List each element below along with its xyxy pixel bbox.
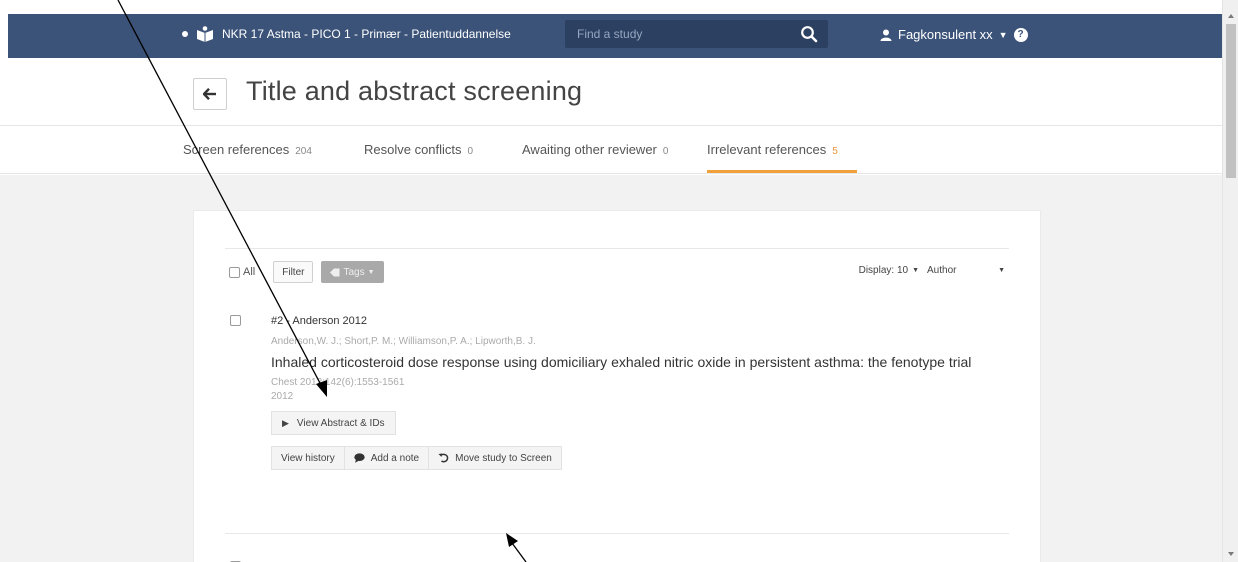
add-note-button[interactable]: Add a note [343,446,430,470]
tab-irrelevant-references[interactable]: Irrelevant references 5 [707,127,857,173]
tab-awaiting-other-reviewer[interactable]: Awaiting other reviewer 0 [522,127,668,173]
caret-down-icon: ▼ [912,267,919,274]
references-card: All Filter Tags ▼ Display: 10 ▼ Author ▼ [193,210,1041,562]
arrow-left-icon [203,88,216,100]
covidence-logo-icon [197,26,213,42]
tab-label: Awaiting other reviewer [522,142,657,157]
divider [225,533,1009,534]
divider [225,248,1009,249]
display-count-label: Display: 10 [858,265,909,276]
caret-down-icon: ▼ [998,29,1008,40]
tag-icon [330,268,340,276]
search-input[interactable] [565,20,795,48]
display-count-select[interactable]: Display: 10 ▼ [859,265,919,276]
tab-count: 0 [467,146,474,157]
caret-down-icon: ▼ [367,268,375,276]
reference-authors: Anderson,W. J.; Short,P. M.; Williamson,… [271,336,536,347]
filter-button[interactable]: Filter [273,261,314,283]
view-abstract-button[interactable]: ▶ View Abstract & IDs [271,411,396,435]
tags-label: Tags [343,266,365,278]
reference-year: 2012 [271,391,294,402]
select-all-checkbox[interactable] [229,266,240,278]
scroll-up-icon[interactable] [1223,10,1238,22]
move-to-screen-label: Move study to Screen [455,452,552,464]
study-search [565,20,828,48]
title-row: Title and abstract screening [0,58,1222,126]
reference-id: #2 - Anderson 2012 [271,315,368,327]
comment-icon [354,453,365,463]
display-controls: Display: 10 ▼ Author ▼ [859,265,1005,276]
user-name: Fagkonsulent xx [898,27,993,42]
vertical-scrollbar[interactable] [1222,0,1238,562]
page: NKR 17 Astma - PICO 1 - Primær - Patient… [0,0,1222,562]
scroll-thumb[interactable] [1226,24,1236,178]
list-toolbar: All Filter Tags ▼ [229,261,384,283]
reference-body: #2 - Anderson 2012 Anderson,W. J.; Short… [271,315,1006,470]
tags-button[interactable]: Tags ▼ [321,261,384,283]
tab-count: 204 [295,146,312,157]
scroll-down-icon[interactable] [1223,548,1238,560]
view-history-label: View history [281,452,335,464]
caret-down-icon: ▼ [998,267,1005,274]
tab-label: Irrelevant references [707,142,827,157]
reference-actions: View history Add a note Move study to Sc… [271,446,1006,470]
tab-screen-references[interactable]: Screen references 204 [183,127,312,173]
play-icon: ▶ [282,417,289,428]
tab-count: 5 [832,146,838,157]
view-abstract-label: View Abstract & IDs [296,417,385,429]
back-button[interactable] [193,78,227,110]
user-menu[interactable]: Fagkonsulent xx ▼ ? [880,27,1028,42]
add-note-label: Add a note [370,452,420,464]
search-icon[interactable] [800,25,818,43]
reference-journal: Chest 2012;142(6):1553-1561 [271,377,405,388]
sort-label: Author [927,265,957,276]
page-title: Title and abstract screening [246,76,583,106]
project-name: NKR 17 Astma - PICO 1 - Primær - Patient… [222,27,511,41]
reference-title: Inhaled corticosteroid dose response usi… [271,354,972,370]
screening-tabs: Screen references 204 Resolve conflicts 0 … [0,127,1222,174]
move-to-screen-button[interactable]: Move study to Screen [428,446,562,470]
select-all-label: All [243,266,256,278]
content-area: All Filter Tags ▼ Display: 10 ▼ Author ▼ [0,175,1222,562]
undo-icon [438,453,449,463]
top-navbar: NKR 17 Astma - PICO 1 - Primær - Patient… [8,14,1222,58]
view-history-button[interactable]: View history [271,446,345,470]
user-icon [880,29,892,41]
tab-label: Resolve conflicts [364,142,462,157]
reference-checkbox[interactable] [230,315,241,326]
tab-count: 0 [662,146,669,157]
project-brand[interactable]: NKR 17 Astma - PICO 1 - Primær - Patient… [182,26,511,42]
help-icon[interactable]: ? [1013,27,1028,42]
status-dot-icon [182,31,188,37]
tab-resolve-conflicts[interactable]: Resolve conflicts 0 [364,127,473,173]
tab-label: Screen references [183,142,290,157]
sort-select[interactable]: Author ▼ [927,265,1005,276]
